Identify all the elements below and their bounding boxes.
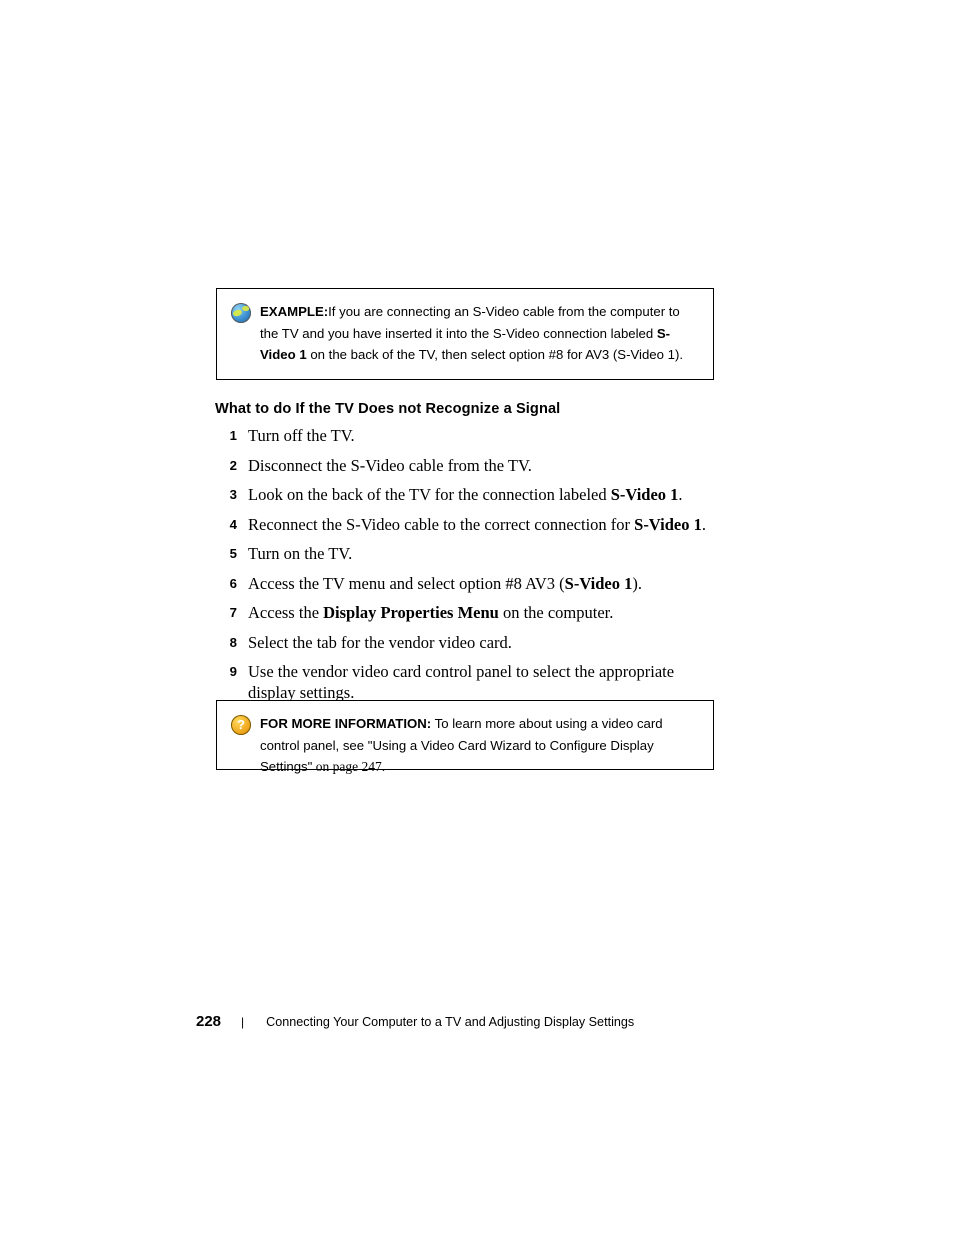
step-text: Select the tab for the vendor video card… — [248, 632, 512, 653]
footer-title: Connecting Your Computer to a TV and Adj… — [266, 1015, 635, 1029]
step-number: 6 — [229, 575, 237, 591]
step-text: Reconnect the S-Video cable to the corre… — [248, 514, 706, 535]
step-number: 3 — [229, 487, 237, 502]
step-text-bold: Display Properties Menu — [323, 603, 499, 622]
step-text-pre: Look on the back of the TV for the conne… — [248, 485, 611, 504]
step-text: Use the vendor video card control panel … — [248, 661, 718, 703]
step-text-post: . — [678, 485, 683, 504]
step-text-body: Select the tab for the vendor video card… — [248, 632, 512, 652]
example-callout-text: EXAMPLE:If you are connecting an S-Video… — [260, 301, 699, 366]
info-callout-text: FOR MORE INFORMATION: To learn more abou… — [260, 713, 699, 778]
step-text: Access the TV menu and select option #8 … — [248, 573, 642, 594]
info-callout-label: FOR MORE INFORMATION: — [260, 716, 432, 731]
numbered-step-list: 1 Turn off the TV. 2 Disconnect the S-Vi… — [215, 425, 735, 712]
step-text: Turn off the TV. — [248, 425, 355, 446]
list-item: 5 Turn on the TV. — [215, 543, 735, 564]
step-text: Turn on the TV. — [248, 543, 352, 564]
example-callout-label: EXAMPLE: — [260, 304, 329, 319]
step-number: 5 — [229, 546, 237, 561]
step-text: Access the Display Properties Menu on th… — [248, 602, 613, 623]
globe-icon — [231, 303, 251, 323]
list-item: 9 Use the vendor video card control pane… — [215, 661, 735, 703]
list-item: 1 Turn off the TV. — [215, 425, 735, 446]
step-text-body: Turn on the TV. — [248, 544, 353, 563]
step-number: 4 — [229, 516, 237, 532]
list-item: 8 Select the tab for the vendor video ca… — [215, 632, 735, 653]
step-text-bold: S-Video 1 — [634, 514, 702, 534]
for-more-information-callout: ? FOR MORE INFORMATION: To learn more ab… — [216, 700, 714, 774]
step-number: 8 — [229, 634, 237, 650]
footer-page-number: 228 — [196, 1013, 222, 1030]
step-text-body: Turn off the TV. — [248, 426, 355, 445]
step-text-bold: S-Video 1 — [564, 573, 633, 593]
step-number: 9 — [229, 664, 237, 679]
step-number: 1 — [229, 428, 237, 443]
step-text-pre: Access the TV menu and select option #8 … — [248, 573, 565, 593]
step-text-pre: Reconnect the S-Video cable to the corre… — [248, 514, 635, 534]
page-footer: 228 | Connecting Your Computer to a TV a… — [196, 1013, 634, 1030]
step-text-post: on the computer. — [498, 603, 614, 622]
example-callout-body-2: on the back of the TV, then select optio… — [306, 347, 684, 362]
list-item: 4 Reconnect the S-Video cable to the cor… — [215, 514, 735, 535]
list-item: 6 Access the TV menu and select option #… — [215, 573, 735, 594]
list-item: 2 Disconnect the S-Video cable from the … — [215, 455, 735, 476]
step-text-post: . — [701, 514, 706, 534]
document-page: EXAMPLE:If you are connecting an S-Video… — [0, 0, 954, 1235]
step-text-bold: S-Video 1 — [610, 485, 679, 504]
step-text-body: Disconnect the S-Video cable from the TV… — [248, 455, 532, 475]
question-mark-icon: ? — [231, 715, 251, 735]
step-text-post: ). — [632, 573, 642, 593]
step-text-body: Use the vendor video card control panel … — [248, 662, 675, 702]
info-callout-page-ref: on page 247. — [312, 759, 386, 774]
step-text-pre: Access the — [248, 603, 324, 622]
step-text: Disconnect the S-Video cable from the TV… — [248, 455, 532, 476]
footer-separator: | — [241, 1015, 245, 1029]
example-callout: EXAMPLE:If you are connecting an S-Video… — [216, 288, 714, 380]
list-item: 3 Look on the back of the TV for the con… — [215, 484, 735, 505]
step-number: 7 — [229, 605, 237, 620]
step-number: 2 — [229, 457, 237, 473]
step-text: Look on the back of the TV for the conne… — [248, 484, 683, 505]
list-item: 7 Access the Display Properties Menu on … — [215, 602, 735, 623]
section-heading: What to do If the TV Does not Recognize … — [215, 401, 561, 417]
